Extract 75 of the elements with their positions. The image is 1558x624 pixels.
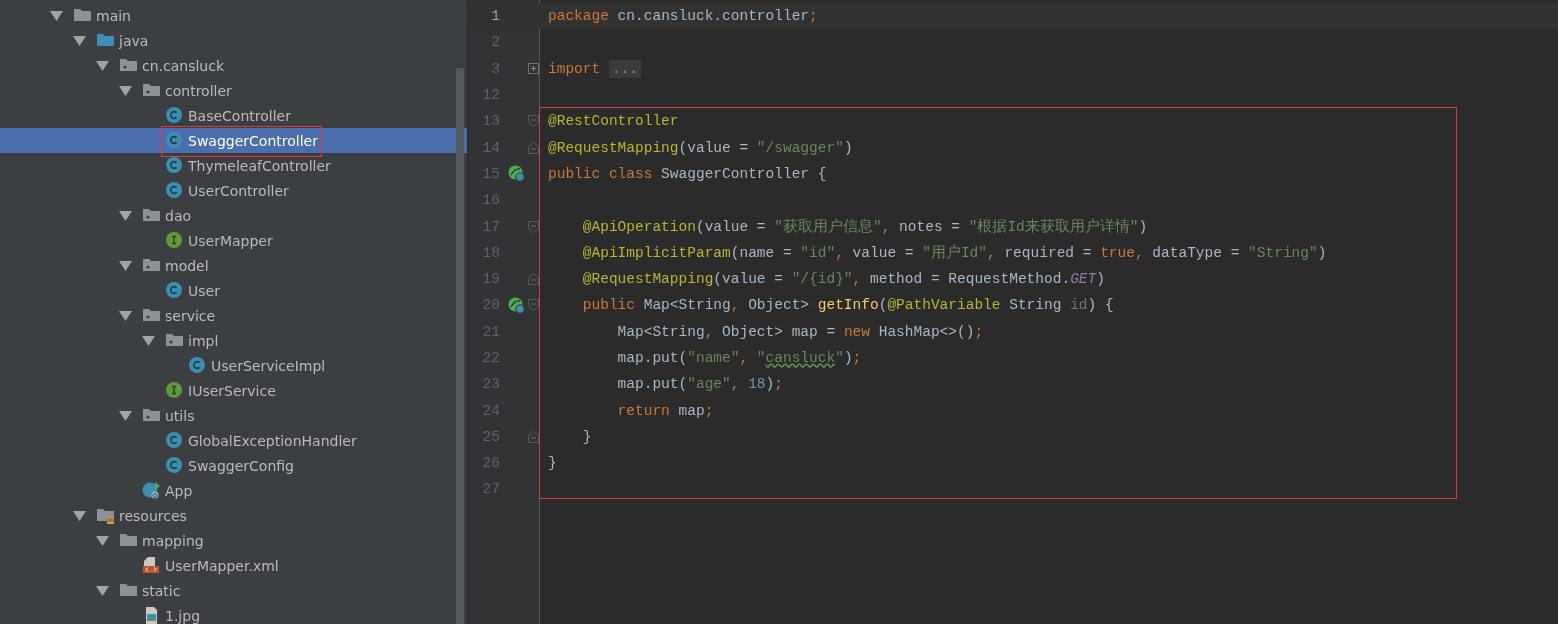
expanded-arrow-icon[interactable] xyxy=(50,10,63,21)
tree-item[interactable]: main xyxy=(0,3,467,28)
code-line: map.put("age", 18); xyxy=(616,376,783,393)
code-line: @RequestMapping(value = "/{id}", method = RequestMethod.GET) xyxy=(581,271,1105,288)
expanded-arrow-icon[interactable] xyxy=(119,210,132,221)
class-icon xyxy=(165,281,184,300)
class-icon xyxy=(165,456,184,475)
tree-item[interactable]: SwaggerConfig xyxy=(0,453,467,478)
expanded-arrow-icon[interactable] xyxy=(73,35,86,46)
xml-file-icon xyxy=(142,556,161,575)
class-icon xyxy=(165,431,184,450)
expanded-arrow-icon[interactable] xyxy=(142,335,155,346)
code-line: import ... xyxy=(548,60,642,77)
interface-icon xyxy=(165,231,184,250)
line-number: 1 xyxy=(490,8,500,25)
code-line: return map; xyxy=(616,402,714,419)
tree-item[interactable]: dao xyxy=(0,203,467,228)
tree-item[interactable]: UserMapper xyxy=(0,228,467,253)
expanded-arrow-icon[interactable] xyxy=(119,85,132,96)
tree-item[interactable]: IUserService xyxy=(0,378,467,403)
class-icon xyxy=(165,181,184,200)
interface-icon xyxy=(165,381,184,400)
code-line: @ApiImplicitParam(name = "id", value = "用户Id", required = true, dataType = "String") xyxy=(581,243,1327,263)
class-icon xyxy=(165,156,184,175)
tree-item[interactable]: App xyxy=(0,478,467,503)
scrollbar-thumb[interactable] xyxy=(456,68,464,624)
class-icon xyxy=(188,356,207,375)
fold-plus-icon[interactable] xyxy=(527,63,539,75)
tree-item[interactable]: GlobalExceptionHandler xyxy=(0,428,467,453)
code-line: @RequestMapping(value = "/swagger") xyxy=(548,139,853,156)
tree-item[interactable]: utils xyxy=(0,403,467,428)
tree-item[interactable]: java xyxy=(0,28,467,53)
code-line: @ApiOperation(value = "获取用户信息", notes = "根据Id来获取用户详情") xyxy=(581,217,1148,236)
code-line: map.put("name", "cansluck"); xyxy=(616,350,862,366)
expanded-arrow-icon[interactable] xyxy=(96,585,109,596)
tree-item[interactable]: UserMapper.xml xyxy=(0,553,467,578)
tree-item[interactable]: resources xyxy=(0,503,467,528)
fold-marker-icon[interactable] xyxy=(527,299,539,312)
tree-item[interactable]: service xyxy=(0,303,467,328)
tree-item[interactable]: controller xyxy=(0,78,467,103)
tree-item[interactable]: UserServiceImpl xyxy=(0,353,467,378)
tree-item[interactable]: BaseController xyxy=(0,103,467,128)
code-line: public Map<String, Object> getInfo(@PathVariable String id) { xyxy=(581,297,1114,314)
expanded-arrow-icon[interactable] xyxy=(119,310,132,321)
fold-marker-icon[interactable] xyxy=(527,115,539,128)
fold-marker-icon[interactable] xyxy=(527,430,539,443)
expanded-arrow-icon[interactable] xyxy=(96,60,109,71)
tree-item[interactable]: static xyxy=(0,578,467,603)
tree-item[interactable]: UserController xyxy=(0,178,467,203)
code-line: @RestController xyxy=(548,113,679,130)
class-icon xyxy=(165,131,184,150)
folder-icon xyxy=(96,506,115,525)
class-icon xyxy=(165,106,184,125)
code-line: Map<String, Object> map = new HashMap<>(); xyxy=(616,323,984,340)
tree-item[interactable]: User xyxy=(0,278,467,303)
code-line: } xyxy=(548,455,557,472)
run-class-icon xyxy=(142,481,161,500)
tree-item[interactable]: 1.jpg xyxy=(0,603,467,624)
fold-marker-icon[interactable] xyxy=(527,273,539,286)
fold-marker-icon[interactable] xyxy=(527,141,539,154)
expanded-arrow-icon[interactable] xyxy=(96,535,109,546)
tree-item[interactable]: mapping xyxy=(0,528,467,553)
bean-icon[interactable] xyxy=(508,296,525,314)
tree-item[interactable]: model xyxy=(0,253,467,278)
code-line: package cn.cansluck.controller; xyxy=(548,8,818,25)
tree-item[interactable]: ThymeleafController xyxy=(0,153,467,178)
tree-item[interactable]: cn.cansluck xyxy=(0,53,467,78)
code-line: } xyxy=(581,428,592,445)
expanded-arrow-icon[interactable] xyxy=(119,260,132,271)
expanded-arrow-icon[interactable] xyxy=(73,510,86,521)
tree-item[interactable]: impl xyxy=(0,328,467,353)
code-line: public class SwaggerController { xyxy=(548,165,827,182)
expanded-arrow-icon[interactable] xyxy=(119,410,132,421)
bean-icon[interactable] xyxy=(508,165,525,183)
fold-marker-icon[interactable] xyxy=(527,220,539,233)
